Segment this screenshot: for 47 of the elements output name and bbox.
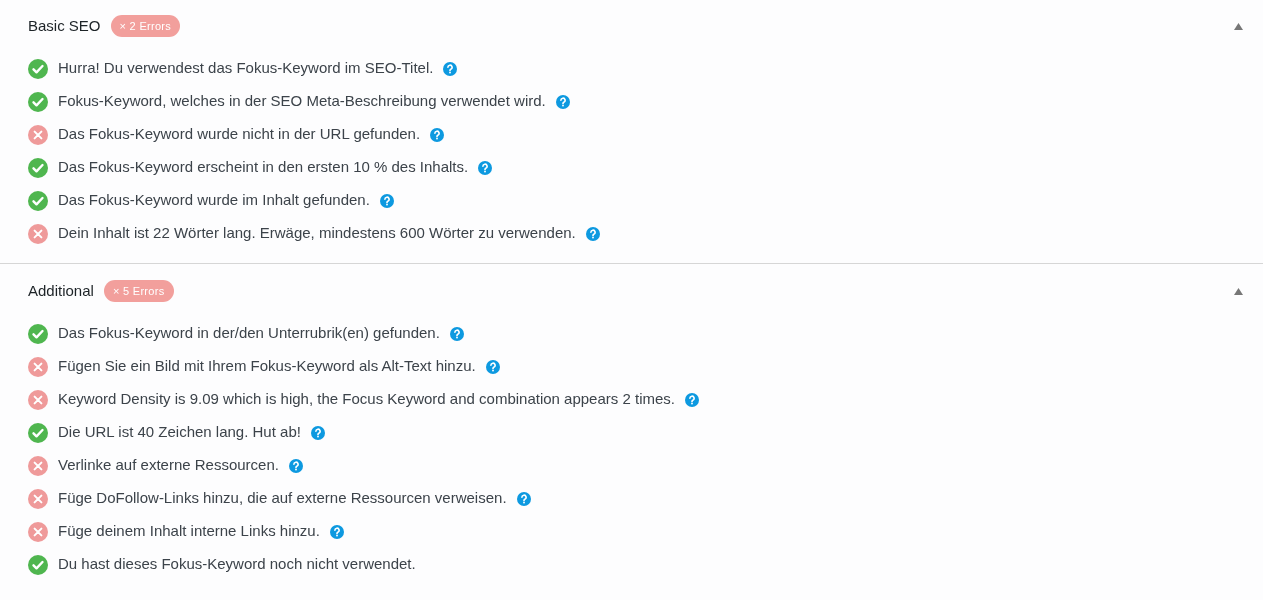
check-result-text: Füge deinem Inhalt interne Links hinzu. bbox=[58, 521, 320, 542]
check-circle-icon bbox=[28, 157, 48, 178]
check-circle-icon bbox=[28, 323, 48, 344]
check-circle-icon bbox=[28, 91, 48, 112]
help-icon[interactable] bbox=[449, 326, 464, 341]
check-result-text: Verlinke auf externe Ressourcen. bbox=[58, 455, 279, 476]
help-icon[interactable] bbox=[288, 458, 303, 473]
check-circle-icon bbox=[28, 422, 48, 443]
help-icon[interactable] bbox=[685, 392, 699, 407]
x-circle-icon bbox=[28, 389, 48, 410]
x-circle-icon bbox=[28, 356, 48, 377]
error-count-badge: × 5 Errors bbox=[103, 280, 174, 302]
help-icon[interactable] bbox=[478, 160, 493, 175]
error-count-badge: × 2 Errors bbox=[110, 15, 181, 37]
check-circle-icon bbox=[28, 554, 48, 575]
x-circle-icon bbox=[28, 488, 48, 509]
help-icon[interactable] bbox=[516, 491, 531, 506]
section-title: Basic SEO bbox=[28, 15, 101, 36]
check-circle-icon bbox=[28, 58, 48, 79]
check-result-text: Du hast dieses Fokus-Keyword noch nicht verwendet. bbox=[58, 554, 416, 575]
help-icon[interactable] bbox=[430, 127, 445, 142]
x-circle-icon bbox=[28, 455, 48, 476]
check-result-text: Das Fokus-Keyword in der/den Unterrubrik(en) gefunden. bbox=[58, 323, 440, 344]
x-circle-icon bbox=[28, 124, 48, 145]
collapse-toggle-icon[interactable] bbox=[1234, 22, 1243, 30]
help-icon[interactable] bbox=[585, 226, 600, 241]
check-circle-icon bbox=[28, 190, 48, 211]
check-result-text: Das Fokus-Keyword wurde im Inhalt gefunden. bbox=[58, 190, 370, 211]
check-result-text: Das Fokus-Keyword wurde nicht in der URL gefunden. bbox=[58, 124, 421, 145]
section-title: Additional bbox=[28, 280, 94, 301]
check-result-text: Das Fokus-Keyword erscheint in den ersten 10 % des Inhalts. bbox=[58, 157, 469, 178]
check-result-text: Dein Inhalt ist 22 Wörter lang. Erwäge, mindestens 600 Wörter zu verwenden. bbox=[58, 223, 576, 244]
x-circle-icon bbox=[28, 223, 48, 244]
help-icon[interactable] bbox=[310, 425, 325, 440]
check-result-text: Keyword Density is 9.09 which is high, the Focus Keyword and combination appears 2 times. bbox=[58, 389, 675, 410]
check-result-text: Fokus-Keyword, welches in der SEO Meta-Beschreibung verwendet wird. bbox=[58, 91, 546, 112]
collapse-toggle-icon[interactable] bbox=[1234, 287, 1243, 295]
help-icon[interactable] bbox=[329, 524, 344, 539]
check-result-text: Hurra! Du verwendest das Fokus-Keyword im SEO-Titel. bbox=[58, 58, 434, 79]
x-circle-icon bbox=[28, 521, 48, 542]
help-icon[interactable] bbox=[485, 359, 500, 374]
check-result-text: Fügen Sie ein Bild mit Ihrem Fokus-Keyword als Alt-Text hinzu. bbox=[58, 356, 476, 377]
check-result-text: Füge DoFollow-Links hinzu, die auf externe Ressourcen verweisen. bbox=[58, 488, 507, 509]
help-icon[interactable] bbox=[555, 94, 570, 109]
help-icon[interactable] bbox=[379, 193, 394, 208]
check-result-text: Die URL ist 40 Zeichen lang. Hut ab! bbox=[58, 422, 301, 443]
help-icon[interactable] bbox=[443, 61, 458, 76]
